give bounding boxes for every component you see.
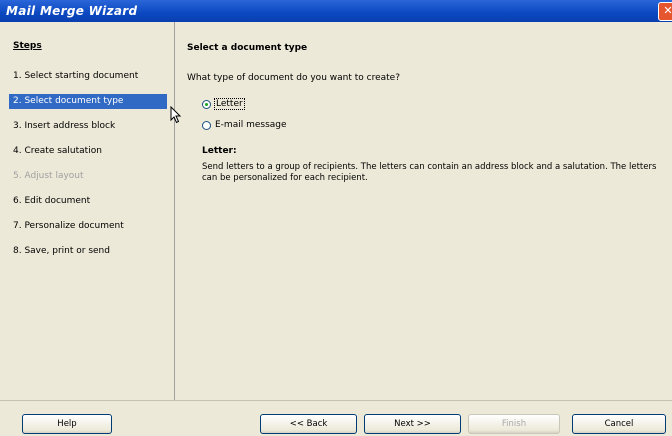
close-button[interactable]: ✕ — [658, 2, 672, 21]
button-bar-divider — [0, 400, 672, 401]
step-personalize-document[interactable]: 7. Personalize document — [9, 219, 167, 234]
page-title: Select a document type — [187, 43, 308, 53]
next-button[interactable]: Next >> — [364, 414, 461, 434]
email-radio-label[interactable]: E-mail message — [215, 120, 287, 130]
letter-radio[interactable] — [202, 99, 211, 109]
finish-button: Finish — [468, 414, 560, 434]
description-title: Letter: — [202, 146, 237, 156]
step-select-document-type[interactable]: 2. Select document type — [9, 94, 167, 109]
window-title: Mail Merge Wizard — [6, 4, 138, 18]
letter-radio-label[interactable]: Letter — [214, 98, 245, 110]
step-save-print-send[interactable]: 8. Save, print or send — [9, 244, 167, 259]
title-bar: Mail Merge Wizard ✕ — [0, 0, 672, 22]
email-option[interactable]: E-mail message — [202, 120, 287, 130]
step-create-salutation[interactable]: 4. Create salutation — [9, 144, 167, 159]
step-adjust-layout: 5. Adjust layout — [13, 171, 84, 181]
steps-sidebar: Steps 1. Select starting document 2. Sel… — [0, 22, 174, 400]
step-insert-address-block[interactable]: 3. Insert address block — [9, 119, 167, 134]
steps-heading: Steps — [13, 41, 42, 51]
document-type-question: What type of document do you want to cre… — [187, 73, 400, 83]
help-button[interactable]: Help — [22, 414, 112, 434]
cancel-button[interactable]: Cancel — [572, 414, 666, 434]
description-text: Send letters to a group of recipients. T… — [202, 162, 657, 183]
step-edit-document[interactable]: 6. Edit document — [9, 194, 167, 209]
step-select-starting-document[interactable]: 1. Select starting document — [9, 69, 167, 84]
mouse-pointer-icon — [170, 106, 182, 124]
back-button[interactable]: << Back — [260, 414, 357, 434]
main-panel: Select a document type What type of docu… — [175, 22, 672, 400]
letter-option[interactable]: Letter — [202, 98, 245, 110]
email-radio[interactable] — [202, 120, 211, 130]
